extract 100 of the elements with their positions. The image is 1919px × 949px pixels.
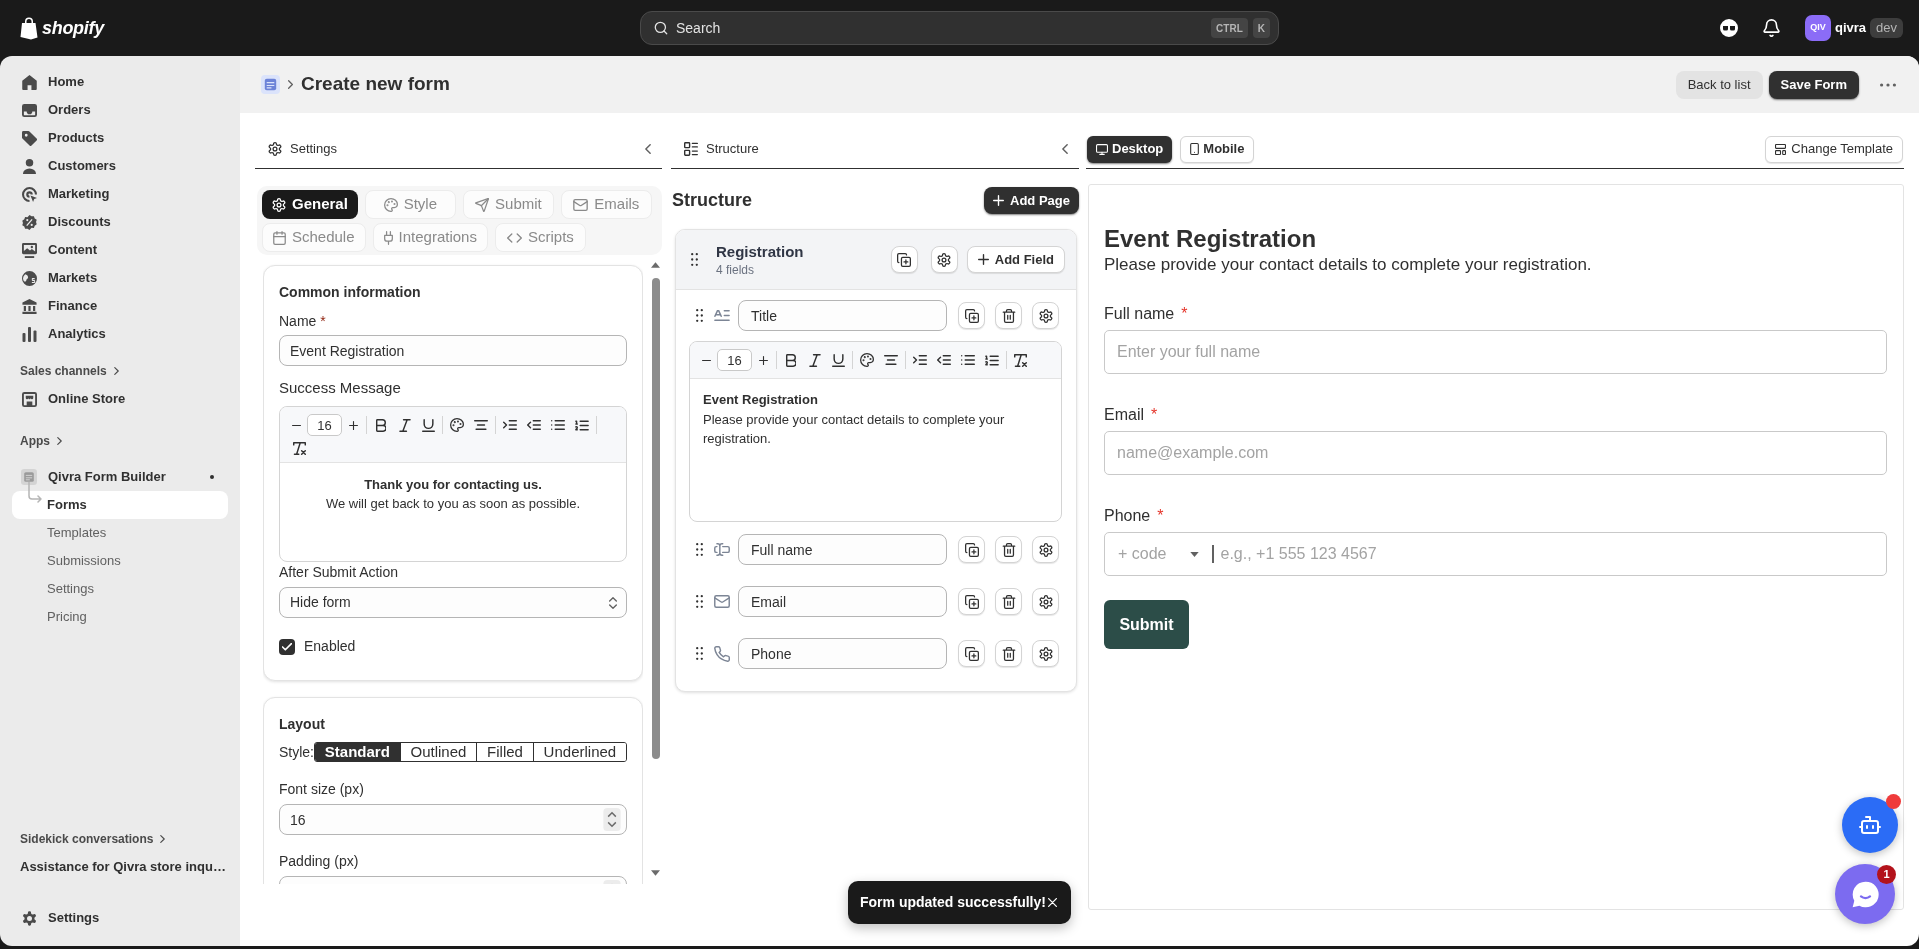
numbered-list-icon[interactable]	[985, 353, 999, 367]
delete-button[interactable]	[995, 640, 1022, 667]
settings-tab[interactable]: Integrations	[372, 223, 488, 252]
add-field-button[interactable]: Add Field	[966, 246, 1065, 273]
back-button[interactable]: Back to list	[1675, 70, 1763, 99]
clear-formatting-icon[interactable]	[293, 442, 306, 455]
plus-icon[interactable]	[349, 420, 358, 430]
align-center-icon[interactable]	[884, 355, 898, 365]
bold-icon[interactable]	[376, 418, 386, 432]
settings-button[interactable]	[1032, 640, 1059, 667]
checkbox[interactable]	[279, 638, 295, 655]
outdent-icon[interactable]	[527, 420, 541, 430]
palette-icon[interactable]	[860, 353, 874, 367]
settings-tab[interactable]: Scripts	[494, 223, 586, 252]
search-bar[interactable]: Search CTRL K	[640, 11, 1279, 45]
delete-button[interactable]	[995, 536, 1022, 563]
chevron-left-icon[interactable]	[645, 144, 651, 154]
underline-icon[interactable]	[832, 353, 845, 367]
section-link[interactable]: Sales channels	[12, 357, 228, 385]
italic-icon[interactable]	[809, 353, 821, 367]
scrollbar-thumb[interactable]	[651, 278, 660, 759]
sidebar-item[interactable]: Settings	[12, 575, 228, 603]
settings-button[interactable]	[1032, 302, 1059, 329]
save-button[interactable]: Save Form	[1768, 70, 1859, 99]
more-icon[interactable]	[1880, 82, 1896, 87]
drag-handle-icon[interactable]	[691, 253, 698, 266]
sidebar-item[interactable]: Discounts	[12, 208, 228, 236]
numbered-list-icon[interactable]	[575, 418, 589, 432]
style-option[interactable]: Standard	[315, 743, 400, 761]
scroll-up-arrow-icon[interactable]	[651, 262, 660, 268]
search-input[interactable]: Search	[676, 17, 1212, 39]
font-size-input[interactable]: 16	[717, 349, 752, 371]
editor-content-area[interactable]: Event Registration Please provide your contact details to complete your registration.	[690, 379, 1061, 521]
bell-icon[interactable]	[1762, 19, 1780, 37]
align-center-icon[interactable]	[474, 420, 488, 430]
field-label-input[interactable]: Full name	[738, 534, 947, 565]
duplicate-button[interactable]	[958, 640, 985, 667]
sidebar-item[interactable]: Markets	[12, 264, 228, 292]
drag-handle-icon[interactable]	[696, 309, 703, 322]
style-option[interactable]: Underlined	[532, 743, 626, 761]
duplicate-button[interactable]	[958, 588, 985, 615]
sidebar-item[interactable]: Online Store	[12, 385, 228, 413]
sidebar-item[interactable]: Content	[12, 236, 228, 264]
bulleted-list-icon[interactable]	[551, 420, 565, 430]
name-input[interactable]: Event Registration	[279, 335, 627, 366]
sidebar-item[interactable]: Customers	[12, 152, 228, 180]
plus-icon[interactable]	[759, 355, 768, 365]
add-page-button[interactable]: Add Page	[984, 187, 1079, 214]
sidebar-item[interactable]: Orders	[12, 96, 228, 124]
input-field[interactable]: name@example.com	[1104, 431, 1887, 475]
chevron-left-icon[interactable]	[1062, 144, 1068, 154]
drag-handle-icon[interactable]	[696, 595, 703, 608]
device-tab[interactable]: Mobile	[1180, 135, 1255, 163]
sidebar-item[interactable]: Forms	[12, 491, 228, 519]
sidebar-item[interactable]: Qivra Form Builder	[12, 463, 228, 491]
field-label-input[interactable]: Email	[738, 586, 947, 617]
outdent-icon[interactable]	[937, 355, 951, 365]
sidebar-item[interactable]: Marketing	[12, 180, 228, 208]
settings-tab[interactable]: General	[262, 190, 358, 219]
goggles-face-icon[interactable]	[1719, 19, 1738, 37]
bulleted-list-icon[interactable]	[961, 355, 975, 365]
scroll-down-arrow-icon[interactable]	[651, 870, 660, 876]
number-entry[interactable]: e.g., +1 555 123 4567	[1220, 542, 1886, 566]
submit-button[interactable]: Submit	[1104, 600, 1189, 649]
settings-button[interactable]	[930, 246, 958, 273]
duplicate-button[interactable]	[958, 536, 985, 563]
avatar[interactable]: QIV	[1804, 15, 1831, 41]
change-template-button[interactable]: Change Template	[1765, 135, 1903, 163]
after-submit-select[interactable]: Hide form	[279, 587, 627, 618]
indent-icon[interactable]	[503, 420, 517, 430]
sidebar-item[interactable]: Settings	[12, 904, 228, 932]
settings-button[interactable]	[1032, 588, 1059, 615]
duplicate-button[interactable]	[958, 302, 985, 329]
duplicate-button[interactable]	[890, 246, 918, 273]
sidebar-item[interactable]: Submissions	[12, 547, 228, 575]
sidebar-item[interactable]: Products	[12, 124, 228, 152]
italic-icon[interactable]	[399, 418, 411, 432]
number-input[interactable]: 16	[279, 804, 627, 835]
delete-button[interactable]	[995, 588, 1022, 615]
sidebar-item[interactable]: Finance	[12, 292, 228, 320]
settings-button[interactable]	[1032, 536, 1059, 563]
palette-icon[interactable]	[450, 418, 464, 432]
sidebar-item[interactable]: Assistance for Qivra store inqu…	[12, 853, 228, 881]
editor-content-area[interactable]: Thank you for contacting us. We will get back to you as soon as possible.	[280, 463, 626, 561]
sidebar-item[interactable]: Analytics	[12, 320, 228, 348]
drag-handle-icon[interactable]	[696, 647, 703, 660]
font-size-input[interactable]: 16	[307, 414, 342, 436]
spinner-arrows-icon[interactable]	[603, 808, 621, 831]
sidebar-item[interactable]: Templates	[12, 519, 228, 547]
input-field[interactable]: Enter your full name	[1104, 330, 1887, 374]
clear-formatting-icon[interactable]	[1014, 353, 1027, 367]
sidebar-item[interactable]: Home	[12, 68, 228, 96]
drag-handle-icon[interactable]	[696, 543, 703, 556]
field-label-input[interactable]: Phone	[738, 638, 947, 669]
close-icon[interactable]	[1048, 898, 1057, 907]
device-tab[interactable]: Desktop	[1087, 135, 1173, 163]
section-link[interactable]: Sidekick conversations	[12, 825, 228, 853]
settings-tab[interactable]: Schedule	[262, 223, 366, 252]
field-label-input[interactable]: Title	[738, 300, 947, 331]
delete-button[interactable]	[995, 302, 1022, 329]
